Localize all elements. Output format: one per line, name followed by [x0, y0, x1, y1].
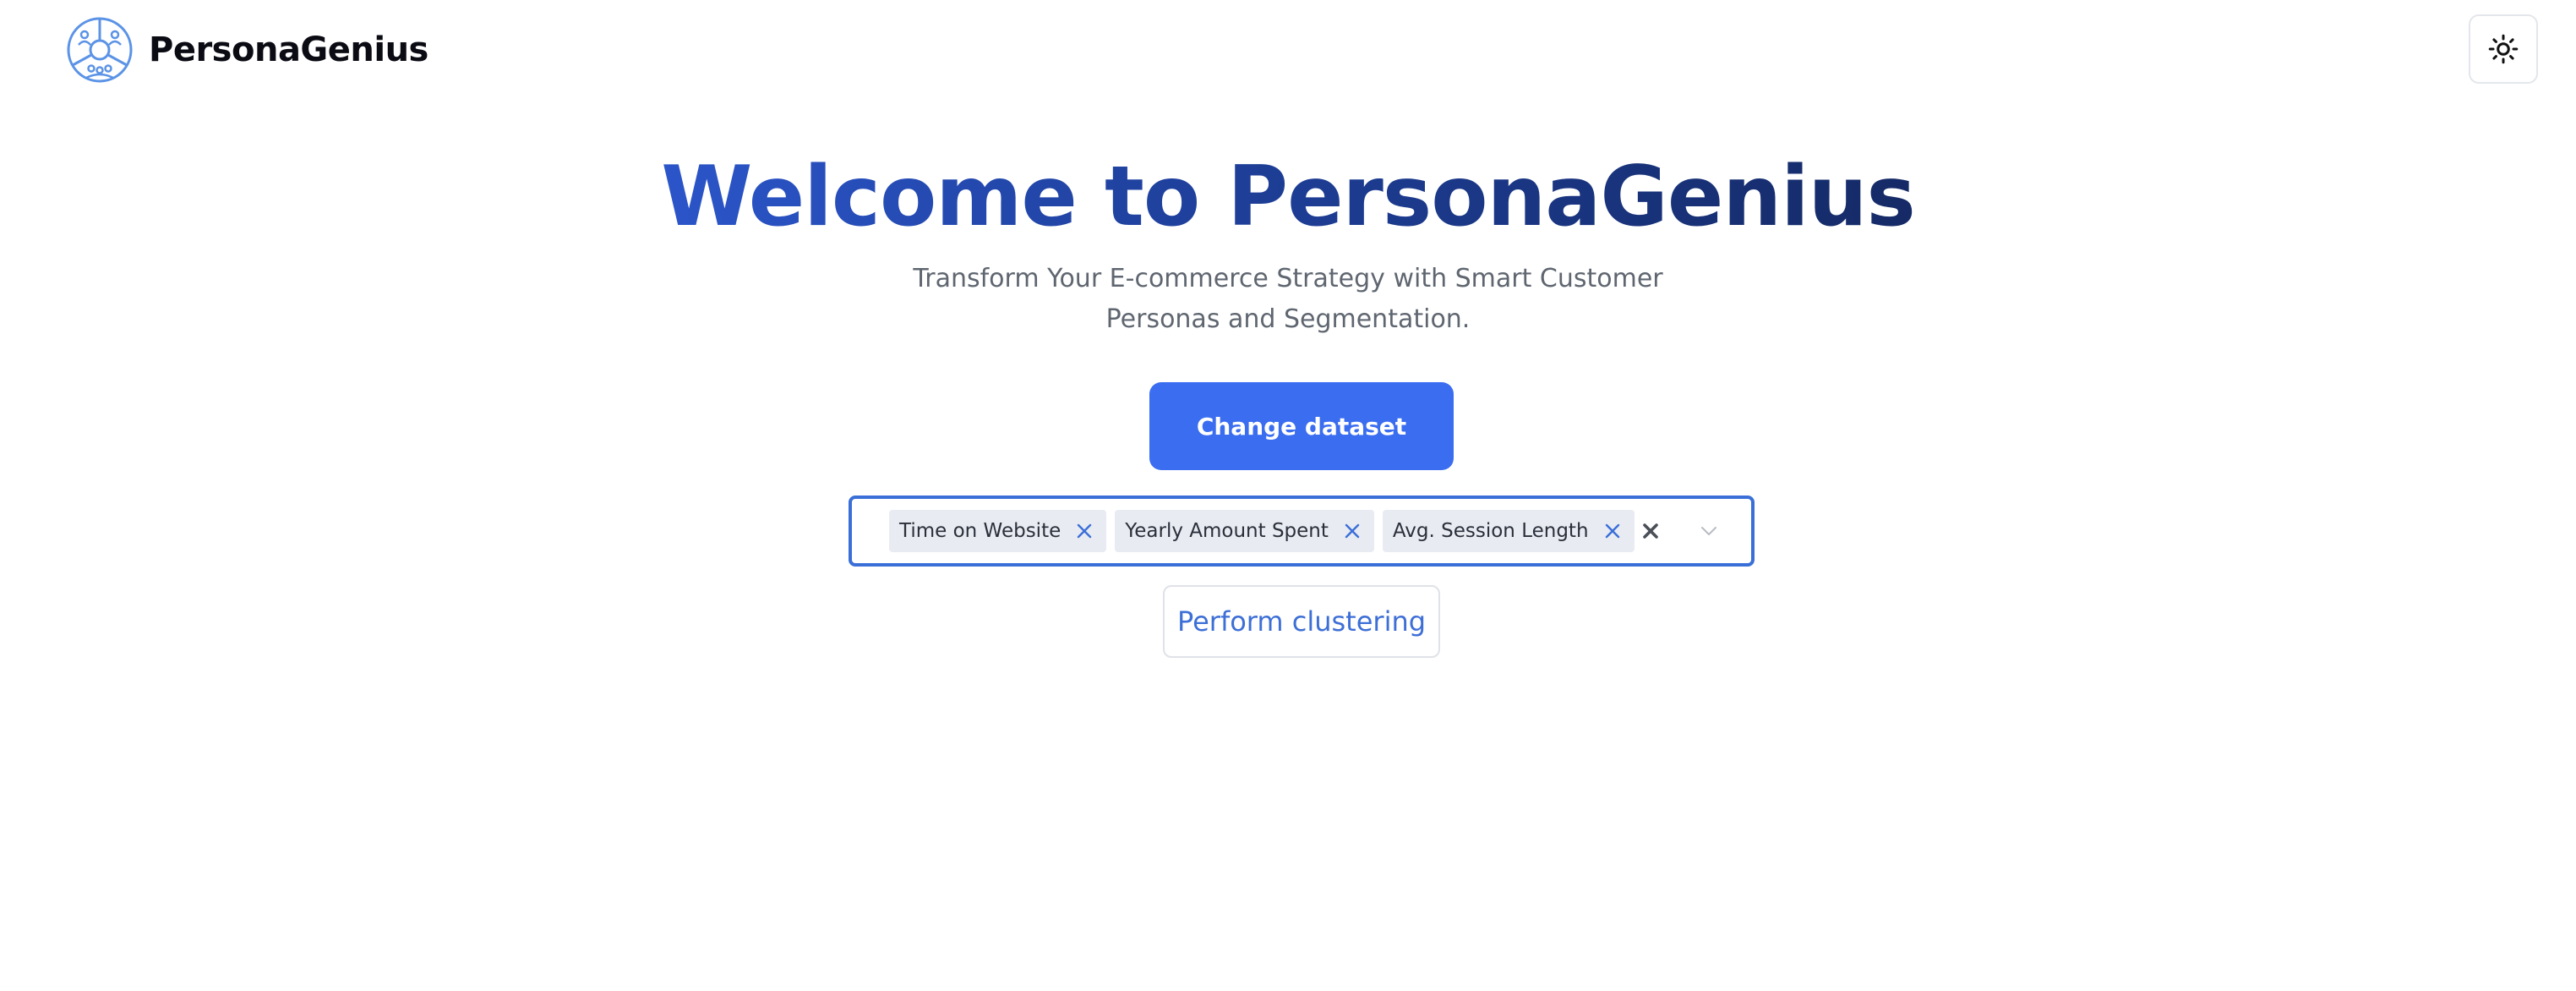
feature-chip: Yearly Amount Spent [1115, 510, 1374, 552]
close-icon [1605, 523, 1619, 539]
close-icon [1078, 523, 1092, 539]
close-icon [1345, 523, 1360, 539]
perform-clustering-button[interactable]: Perform clustering [1163, 585, 1440, 658]
sun-icon [2488, 34, 2519, 64]
selected-features: Time on Website Yearly Amount Spent Avg.… [889, 510, 1635, 552]
page-title: Welcome to PersonaGenius [0, 142, 2576, 252]
feature-chip-label: Time on Website [899, 520, 1062, 542]
persona-logo-icon [67, 17, 133, 83]
clear-all-button[interactable] [1634, 514, 1667, 548]
feature-multiselect[interactable]: Time on Website Yearly Amount Spent Avg.… [849, 496, 1755, 567]
change-dataset-button[interactable]: Change dataset [1149, 382, 1454, 470]
top-header: PersonaGenius [0, 0, 2576, 100]
feature-chip-label: Avg. Session Length [1392, 520, 1589, 542]
clear-all-icon [1643, 523, 1658, 539]
remove-chip-button[interactable] [1596, 514, 1629, 548]
feature-chip: Avg. Session Length [1382, 510, 1635, 552]
feature-chip-label: Yearly Amount Spent [1125, 520, 1329, 542]
page-subtitle: Transform Your E-commerce Strategy with … [913, 264, 1663, 334]
theme-toggle-button[interactable] [2469, 14, 2538, 84]
feature-chip: Time on Website [889, 510, 1107, 552]
page-title-text: Welcome to PersonaGenius [661, 149, 1916, 245]
dropdown-toggle-button[interactable] [1692, 514, 1726, 548]
brand-home-link[interactable]: PersonaGenius [66, 15, 428, 85]
remove-chip-button[interactable] [1067, 514, 1101, 548]
brand-name: PersonaGenius [149, 30, 428, 69]
remove-chip-button[interactable] [1335, 514, 1369, 548]
chevron-down-icon [1701, 527, 1716, 535]
